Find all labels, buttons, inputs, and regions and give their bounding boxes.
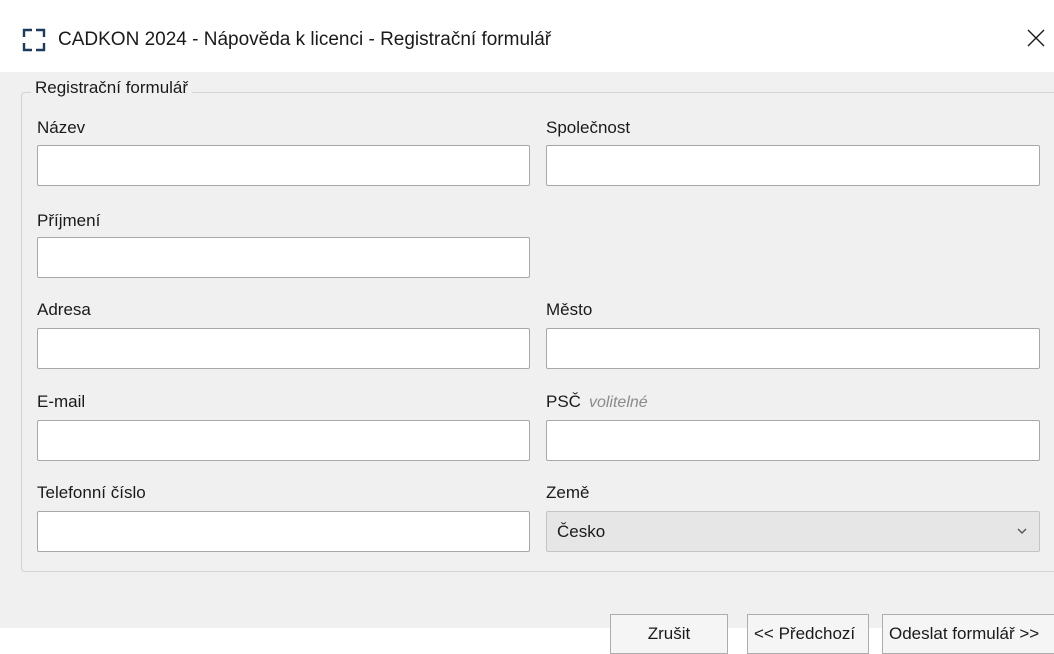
- psc-optional-note: volitelné: [588, 394, 648, 411]
- cancel-button[interactable]: Zrušit: [610, 614, 728, 654]
- psc-label-text: PSČ: [546, 392, 581, 411]
- previous-button[interactable]: << Předchozí: [747, 614, 869, 654]
- nazev-input[interactable]: [37, 145, 530, 186]
- adresa-label: Adresa: [37, 300, 91, 319]
- mesto-label: Město: [546, 300, 593, 319]
- window-title: CADKON 2024 - Nápověda k licenci - Regis…: [58, 29, 552, 50]
- telefon-input[interactable]: [37, 511, 530, 552]
- zeme-selected-value: Česko: [557, 521, 606, 541]
- zeme-select[interactable]: Česko: [546, 511, 1040, 552]
- cadkon-logo-icon: [22, 28, 46, 52]
- close-icon: [1027, 29, 1045, 47]
- adresa-input[interactable]: [37, 328, 530, 369]
- telefon-label: Telefonní číslo: [37, 483, 146, 502]
- prijmeni-label: Příjmení: [37, 211, 101, 230]
- nazev-label: Název: [37, 118, 86, 137]
- spolecnost-label: Společnost: [546, 118, 631, 137]
- group-title: Registrační formulář: [31, 78, 193, 98]
- prijmeni-input[interactable]: [37, 237, 530, 278]
- psc-input[interactable]: [546, 420, 1040, 461]
- email-input[interactable]: [37, 420, 530, 461]
- zeme-label: Země: [546, 483, 590, 502]
- chevron-down-icon: [1017, 528, 1027, 534]
- psc-label: PSČ volitelné: [546, 392, 648, 413]
- mesto-input[interactable]: [546, 328, 1040, 369]
- close-button[interactable]: [1022, 24, 1050, 52]
- submit-form-button[interactable]: Odeslat formulář >>: [882, 614, 1054, 654]
- dialog-body: Registrační formulář Název Společnost Př…: [0, 72, 1054, 654]
- spolecnost-input[interactable]: [546, 145, 1040, 186]
- email-label: E-mail: [37, 392, 86, 411]
- title-bar: CADKON 2024 - Nápověda k licenci - Regis…: [0, 0, 1054, 72]
